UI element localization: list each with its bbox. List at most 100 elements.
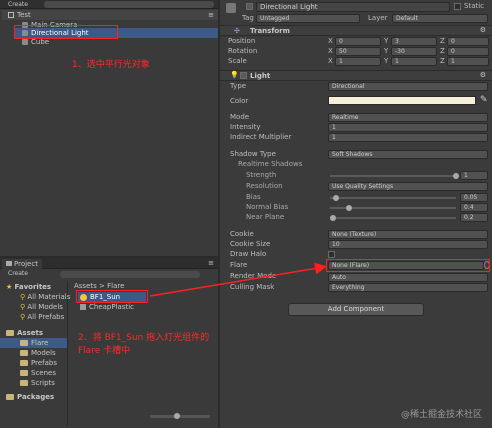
scale-x-field[interactable]: 1: [335, 57, 381, 66]
hierarchy-search-input[interactable]: [44, 1, 214, 8]
bias-slider-knob[interactable]: [333, 195, 340, 201]
folder-icon: [20, 340, 28, 346]
type-label: Type: [230, 82, 247, 90]
project-tabbar: Project ≡: [0, 258, 218, 269]
project-menu-icon[interactable]: ≡: [208, 259, 214, 267]
hierarchy-create-button[interactable]: Create: [8, 0, 28, 9]
layer-dropdown[interactable]: Default: [392, 14, 488, 23]
normal-bias-field[interactable]: 0.4: [460, 203, 488, 212]
light-enabled-checkbox[interactable]: [240, 72, 247, 79]
material-icon: [80, 304, 86, 310]
axis-x-label: X: [328, 57, 333, 65]
folder-icon: [20, 370, 28, 376]
folder-icon: [20, 360, 28, 366]
annotation-step1: 1、选中平行光对象: [72, 60, 150, 70]
folder-item-scripts[interactable]: Scripts: [20, 378, 55, 388]
project-toolbar: Create: [0, 270, 218, 280]
cookie-size-label: Cookie Size: [230, 240, 271, 248]
rotation-label: Rotation: [228, 47, 258, 55]
cookie-size-field[interactable]: 10: [328, 240, 488, 249]
mode-dropdown[interactable]: Realtime: [328, 113, 488, 122]
scene-menu-icon[interactable]: ≡: [208, 10, 214, 20]
component-settings-icon[interactable]: ⚙: [480, 71, 486, 79]
scene-name: Test: [17, 11, 31, 19]
axis-x-label: X: [328, 47, 333, 55]
flare-label: Flare: [230, 261, 248, 269]
project-create-button[interactable]: Create: [8, 270, 28, 277]
folder-item-scenes[interactable]: Scenes: [20, 368, 56, 378]
shadow-type-label: Shadow Type: [230, 150, 276, 158]
folder-item-prefabs[interactable]: Prefabs: [20, 358, 57, 368]
zoom-slider-knob[interactable]: [174, 413, 180, 419]
highlight-box-directional-light: [14, 25, 118, 39]
rotation-y-field[interactable]: -30: [391, 47, 437, 56]
type-dropdown[interactable]: Directional: [328, 82, 488, 91]
color-swatch[interactable]: [328, 96, 476, 105]
near-plane-slider[interactable]: [330, 217, 456, 219]
rotation-z-field[interactable]: 0: [447, 47, 489, 56]
light-title: Light: [250, 72, 271, 80]
realtime-shadows-label: Realtime Shadows: [238, 160, 303, 168]
add-component-button[interactable]: Add Component: [288, 303, 424, 316]
breadcrumb-flare[interactable]: Flare: [107, 282, 124, 290]
light-header[interactable]: 💡 Light ⚙: [220, 70, 492, 81]
strength-slider-knob[interactable]: [453, 173, 459, 179]
breadcrumb-assets[interactable]: Assets: [74, 282, 97, 290]
indirect-multiplier-field[interactable]: 1: [328, 133, 488, 142]
gameobject-cube-icon: [226, 3, 236, 13]
intensity-label: Intensity: [230, 123, 261, 131]
position-y-field[interactable]: 3: [391, 37, 437, 46]
intensity-field[interactable]: 1: [328, 123, 488, 132]
favorite-item[interactable]: ⚲ All Models: [20, 302, 63, 312]
favorite-item[interactable]: ⚲ All Prefabs: [20, 312, 64, 322]
axis-z-label: Z: [440, 47, 445, 55]
transform-title: Transform: [250, 27, 290, 35]
folder-item-models[interactable]: Models: [20, 348, 56, 358]
folder-icon: [6, 261, 12, 266]
active-checkbox[interactable]: [246, 3, 253, 10]
strength-label: Strength: [246, 171, 277, 179]
normal-bias-slider-knob[interactable]: [345, 205, 352, 211]
near-plane-slider-knob[interactable]: [330, 215, 336, 221]
transform-header[interactable]: ✣ Transform ⚙: [220, 25, 492, 36]
scene-row[interactable]: Test ≡: [2, 10, 218, 20]
project-zoom-slider[interactable]: [150, 413, 210, 419]
scale-z-field[interactable]: 1: [447, 57, 489, 66]
shadow-type-dropdown[interactable]: Soft Shadows: [328, 150, 488, 159]
draw-halo-label: Draw Halo: [230, 250, 267, 258]
component-settings-icon[interactable]: ⚙: [480, 26, 486, 34]
culling-mask-dropdown[interactable]: Everything: [328, 283, 488, 292]
folder-item-flare[interactable]: Flare: [0, 338, 67, 348]
resolution-dropdown[interactable]: Use Quality Settings: [328, 182, 488, 191]
strength-slider[interactable]: [330, 175, 456, 177]
object-name-field[interactable]: Directional Light: [256, 2, 450, 12]
asset-item-cheapplastic[interactable]: CheapPlastic: [80, 302, 134, 312]
tag-dropdown[interactable]: Untagged: [256, 14, 360, 23]
scale-y-field[interactable]: 1: [391, 57, 437, 66]
favorite-item[interactable]: ⚲ All Materials: [20, 292, 70, 302]
project-search-input[interactable]: [60, 271, 200, 278]
draw-halo-checkbox[interactable]: [328, 251, 335, 258]
bias-slider[interactable]: [330, 197, 456, 199]
scale-label: Scale: [228, 57, 247, 65]
folder-icon: [6, 330, 14, 336]
position-x-field[interactable]: 0: [335, 37, 381, 46]
cookie-field[interactable]: None (Texture): [328, 230, 488, 239]
mode-label: Mode: [230, 113, 250, 121]
axis-y-label: Y: [384, 47, 389, 55]
render-mode-dropdown[interactable]: Auto: [328, 273, 488, 282]
hierarchy-item-label: Cube: [31, 38, 50, 46]
bias-field[interactable]: 0.05: [460, 193, 488, 202]
strength-field[interactable]: 1: [460, 171, 488, 180]
position-z-field[interactable]: 0: [447, 37, 489, 46]
static-checkbox[interactable]: [454, 3, 461, 10]
eyedropper-icon[interactable]: ✎: [480, 95, 488, 105]
favorites-row[interactable]: ★ Favorites: [6, 282, 51, 292]
rotation-x-field[interactable]: 50: [335, 47, 381, 56]
project-tab[interactable]: Project: [2, 259, 42, 269]
assets-row[interactable]: Assets: [6, 328, 43, 338]
packages-row[interactable]: Packages: [6, 392, 54, 402]
near-plane-field[interactable]: 0.2: [460, 213, 488, 222]
watermark: @稀土掘金技术社区: [400, 410, 482, 420]
search-icon: ⚲: [20, 313, 26, 321]
